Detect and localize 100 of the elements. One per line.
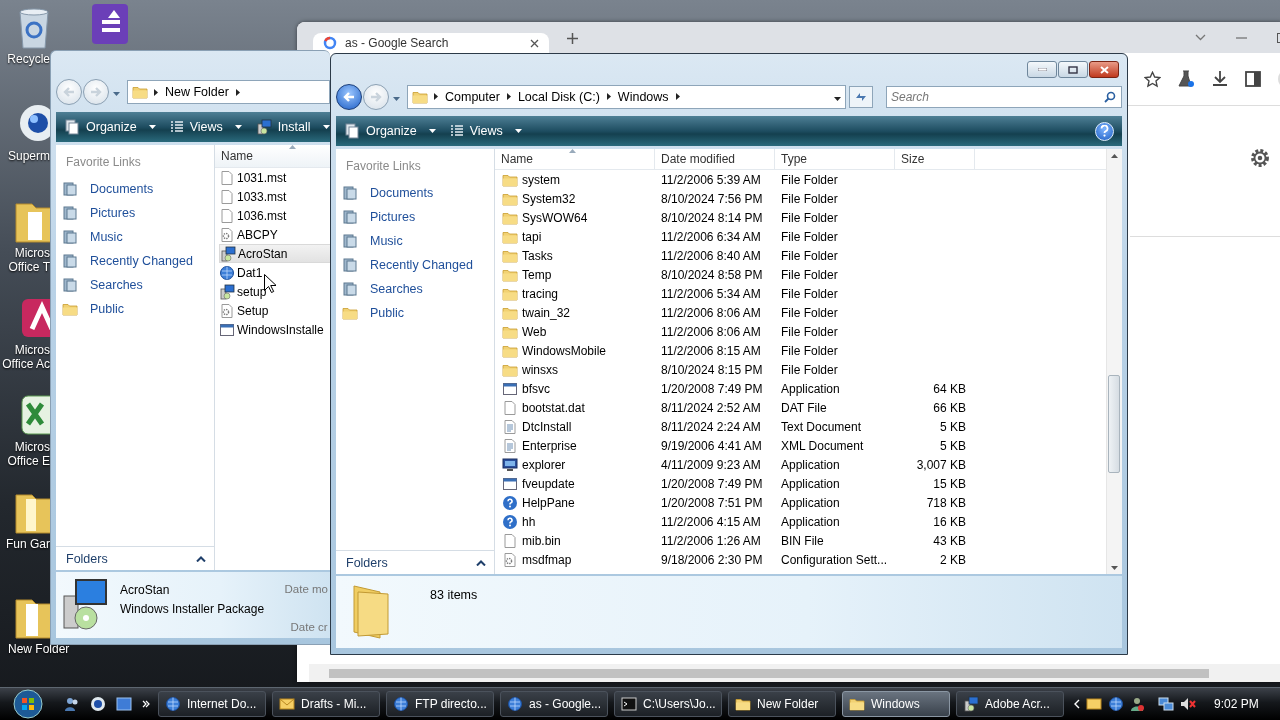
toolbar-button[interactable]: Install (255, 119, 330, 135)
globe-icon (507, 696, 523, 712)
search-field[interactable]: Search (886, 85, 1122, 108)
taskbar-button[interactable]: Windows (842, 691, 950, 717)
section-heading: Favorite Links (346, 159, 422, 173)
sidebar-link[interactable]: Pictures (56, 201, 214, 225)
file-icon (502, 399, 518, 416)
envelope-icon (279, 696, 295, 712)
table-cell-text: Text Document (780, 419, 863, 434)
help-button[interactable] (1095, 121, 1114, 141)
caret-icon (322, 125, 330, 129)
file-name: Web (522, 324, 547, 339)
scrollbar-thumb[interactable] (1108, 375, 1120, 473)
toolbar-button[interactable]: Organize (344, 123, 436, 139)
table-cell-text: Application (780, 495, 841, 510)
file-item[interactable]: 1031.mst (219, 168, 330, 187)
table-cell-text: 11/2/2006 5:34 AM (660, 286, 762, 301)
table-cell-text: 8/10/2024 8:14 PM (660, 210, 764, 225)
breadcrumb[interactable]: New Folder (164, 85, 230, 99)
file-item[interactable]: setup (219, 282, 330, 301)
star-icon (1144, 70, 1161, 88)
chevron-icon (675, 93, 680, 101)
icon-label: Micros Office T (8, 246, 50, 274)
file-name: mib.bin (522, 533, 561, 548)
taskbar-button[interactable]: Drafts - Mi... (272, 691, 380, 717)
file-item[interactable]: AcroStan (219, 244, 330, 263)
icon-label: Micros Office Ac (2, 343, 50, 371)
double-chevron-icon (142, 700, 150, 708)
sidebar-link[interactable]: Searches (56, 273, 214, 297)
table-cell-text: File Folder (780, 248, 839, 263)
table-cell-text: 8/10/2024 7:56 PM (660, 191, 764, 206)
settings-icon (1249, 147, 1271, 169)
file-item[interactable]: ABCPY (219, 225, 330, 244)
download-icon (1211, 70, 1229, 88)
sidebar-link[interactable]: Searches (336, 277, 494, 301)
taskbar-button[interactable]: C:\Users\Jo... (614, 691, 722, 717)
file-item[interactable]: WindowsInstalle (219, 320, 330, 339)
sidebar-link[interactable]: Public (56, 297, 214, 321)
table-cell-text: File Folder (780, 286, 839, 301)
table-cell-text: BIN File (780, 533, 825, 548)
sidebar-link[interactable]: Public (336, 301, 494, 325)
sidebar-link[interactable]: Documents (56, 177, 214, 201)
forward-button[interactable] (83, 79, 109, 105)
address-bar[interactable]: New Folder (127, 80, 330, 104)
sidebar-link[interactable]: Pictures (336, 205, 494, 229)
table-cell-text: File Folder (780, 210, 839, 225)
taskbar-button[interactable]: FTP directo... (386, 691, 494, 717)
refresh-button[interactable] (849, 85, 873, 108)
file-icon (219, 207, 235, 224)
sidebar-link[interactable]: Music (336, 229, 494, 253)
taskbar-button[interactable]: Adobe Acr... (956, 691, 1064, 717)
close-button[interactable] (1089, 61, 1119, 78)
browser-tab[interactable]: as - Google Search (313, 33, 549, 53)
caret-icon (113, 92, 120, 96)
scrollbar-thumb[interactable] (329, 669, 1209, 678)
caret-icon (393, 96, 400, 101)
taskbar-button[interactable]: Internet Do... (158, 691, 266, 717)
envelope-icon (1086, 696, 1102, 712)
help-icon (502, 494, 518, 511)
toolbar-button[interactable]: Views (169, 120, 242, 134)
table-cell-text: Application (780, 476, 841, 491)
toolbar-button[interactable]: Organize (64, 119, 156, 135)
back-button[interactable] (336, 83, 362, 110)
settings-file-icon (502, 551, 518, 568)
application-icon (502, 475, 518, 492)
pages-icon (64, 119, 80, 135)
file-item[interactable]: 1033.mst (219, 187, 330, 206)
file-name: Enterprise (522, 438, 577, 453)
file-name: System32 (522, 191, 576, 206)
sidebar-link[interactable]: Music (56, 225, 214, 249)
minimize-button[interactable] (1027, 61, 1057, 78)
maximize-button[interactable] (1058, 61, 1088, 78)
file-item[interactable]: Dat1 (219, 263, 330, 282)
taskbar-button[interactable]: as - Google... (500, 691, 608, 717)
table-cell-text: Configuration Sett... (780, 552, 889, 567)
breadcrumb[interactable]: Windows (616, 89, 670, 104)
taskbar-button[interactable]: New Folder (728, 691, 836, 717)
globe-icon (90, 696, 106, 712)
icon-label: Fun Gar (6, 537, 50, 551)
file-item[interactable]: Setup (219, 301, 330, 320)
globe-icon (219, 264, 235, 281)
table-cell-text: 11/2/2006 1:26 AM (660, 533, 762, 548)
breadcrumb[interactable]: Computer (444, 89, 501, 104)
folder-icon (62, 301, 78, 317)
chevron-up-icon (196, 555, 206, 562)
file-name: SysWOW64 (522, 210, 588, 225)
toolbar-button[interactable]: Views (449, 124, 522, 138)
breadcrumb[interactable]: Local Disk (C:) (516, 89, 601, 104)
library-icon (62, 229, 78, 245)
sidebar-link[interactable]: Recently Changed (336, 253, 494, 277)
sidebar-link[interactable]: Recently Changed (56, 249, 214, 273)
address-bar[interactable]: Computer Local Disk (C:) Windows (407, 84, 846, 109)
chevron-up-icon (476, 559, 486, 566)
library-icon (342, 257, 358, 273)
column-header[interactable]: Name (215, 145, 330, 167)
sidebar-link[interactable]: Documents (336, 181, 494, 205)
close-icon (1099, 65, 1109, 74)
file-item[interactable]: 1036.mst (219, 206, 330, 225)
users-icon (1130, 696, 1144, 712)
table-cell-text: 15 KB (932, 476, 967, 491)
